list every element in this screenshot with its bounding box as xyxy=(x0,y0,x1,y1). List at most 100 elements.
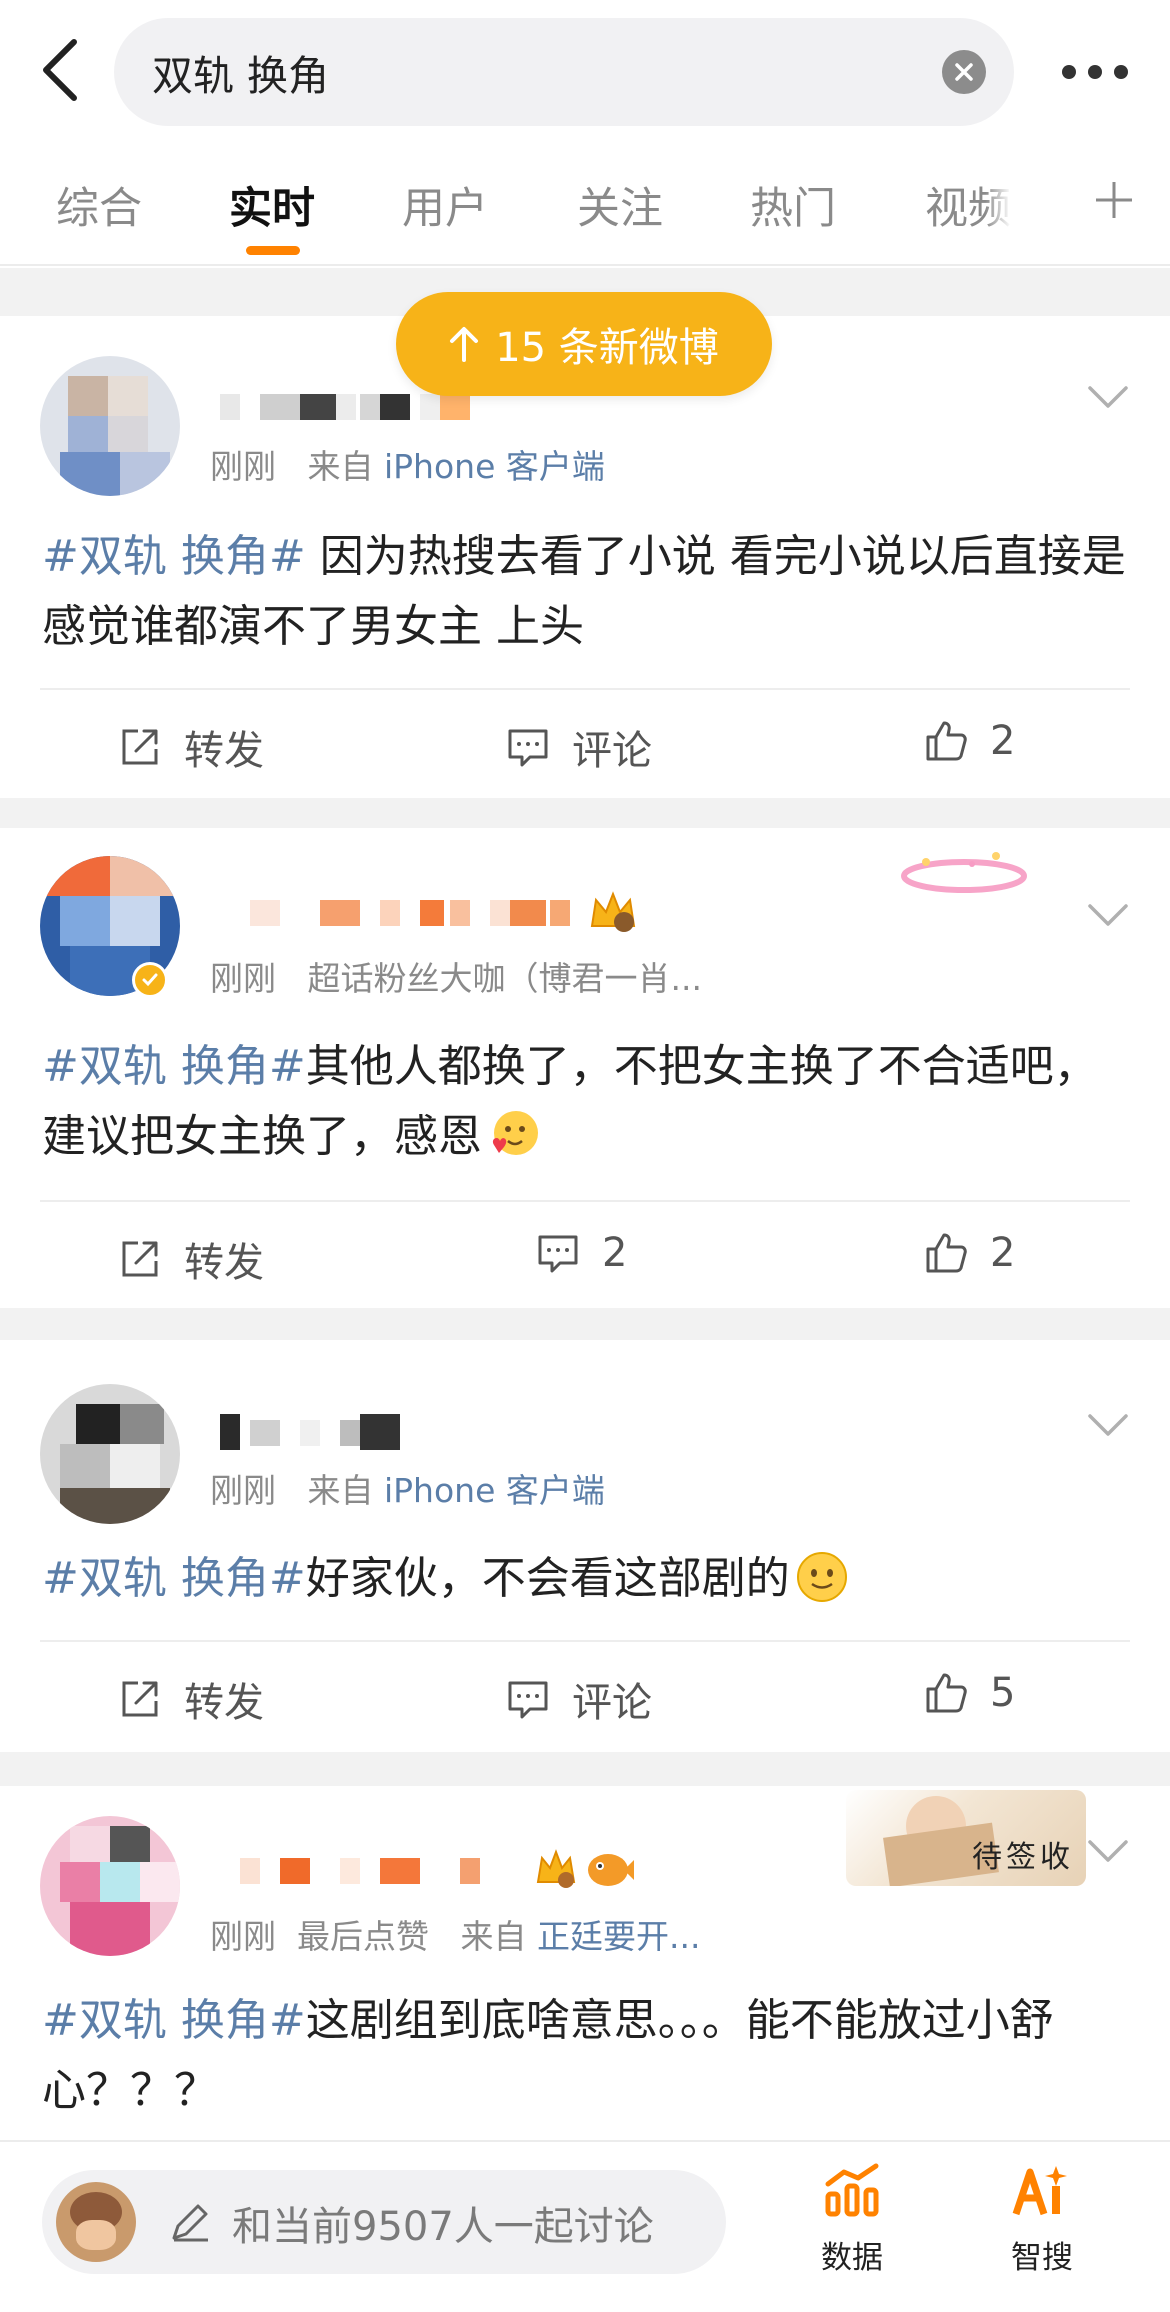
new-posts-label: 15 条新微博 xyxy=(495,325,719,371)
tab-关注[interactable]: 关注 xyxy=(577,174,663,236)
tab-热门[interactable]: 热门 xyxy=(750,174,836,236)
post-content[interactable]: #双轨 换角#其他人都换了，不把女主换了不合适吧，建议把女主换了，感恩 xyxy=(42,1032,1132,1172)
hashtag-link[interactable]: #双轨 换角# xyxy=(42,1041,306,1092)
post-source[interactable]: 正廷要开... xyxy=(537,1917,700,1956)
chevron-down-icon[interactable] xyxy=(1086,1410,1130,1440)
clear-search-button[interactable] xyxy=(942,50,986,94)
username-blurred[interactable] xyxy=(210,1414,410,1460)
post-text: 好家伙，不会看这部剧的 xyxy=(305,1553,790,1604)
post-meta: 刚刚 超话粉丝大咖（博君一肖... xyxy=(210,952,702,1000)
back-arrow-icon xyxy=(43,39,77,101)
tab-视频[interactable]: 视频 xyxy=(925,174,1011,236)
avatar[interactable] xyxy=(40,1384,180,1524)
data-button[interactable]: 数据 xyxy=(792,2160,912,2277)
comment-icon xyxy=(538,1235,578,1273)
divider xyxy=(0,1308,1170,1340)
like-count: 2 xyxy=(990,718,1016,764)
comment-icon xyxy=(508,729,548,767)
comment-button[interactable]: 评论 xyxy=(506,1670,652,1728)
post-actions: 转发 评论 5 xyxy=(40,1640,1130,1740)
plus-icon[interactable] xyxy=(1094,180,1134,220)
tab-用户[interactable]: 用户 xyxy=(402,174,488,236)
post-meta: 刚刚 来自 iPhone 客户端 xyxy=(210,1464,605,1512)
chevron-down-icon[interactable] xyxy=(1086,900,1130,930)
hashtag-link[interactable]: #双轨 换角# xyxy=(42,1995,306,2046)
comment-icon xyxy=(508,1681,548,1719)
like-button[interactable]: 2 xyxy=(924,718,1015,764)
repost-label: 转发 xyxy=(184,1680,264,1726)
fish-badge-icon xyxy=(588,1854,634,1886)
post-time: 刚刚 xyxy=(210,959,276,998)
share-icon xyxy=(122,729,158,765)
username-blurred[interactable] xyxy=(210,900,610,940)
ai-search-icon xyxy=(1012,2166,1067,2216)
chevron-down-icon[interactable] xyxy=(1086,382,1130,412)
thumbs-up-icon xyxy=(926,721,967,761)
repost-button[interactable]: 转发 xyxy=(118,1670,264,1728)
data-label: 数据 xyxy=(821,2240,883,2276)
username-blurred[interactable] xyxy=(210,394,470,434)
post-content[interactable]: #双轨 换角#好家伙，不会看这部剧的 xyxy=(42,1544,1132,1614)
avatar[interactable] xyxy=(40,1816,180,1956)
post-time: 刚刚 xyxy=(210,1917,276,1956)
repost-button[interactable]: 转发 xyxy=(118,1230,264,1288)
share-icon xyxy=(122,1241,158,1277)
thumbs-up-icon xyxy=(926,1673,967,1713)
hashtag-link[interactable]: #双轨 换角# xyxy=(42,1553,306,1604)
like-count: 5 xyxy=(990,1670,1016,1716)
close-icon xyxy=(955,63,973,81)
sign-badge[interactable]: 待签收 xyxy=(846,1790,1086,1886)
divider xyxy=(0,798,1170,828)
bar-chart-icon xyxy=(825,2163,879,2217)
like-button[interactable]: 5 xyxy=(924,1670,1015,1716)
tab-实时[interactable]: 实时 xyxy=(229,174,315,236)
smart-search-button[interactable]: 智搜 xyxy=(982,2160,1102,2277)
comment-button[interactable]: 2 xyxy=(536,1230,627,1276)
top-bar: 双轨 换角 xyxy=(0,0,1170,140)
chevron-down-icon[interactable] xyxy=(1086,1836,1130,1866)
repost-button[interactable]: 转发 xyxy=(118,718,264,776)
back-button[interactable] xyxy=(30,30,90,110)
source-prefix: 来自 xyxy=(307,447,374,486)
search-input[interactable]: 双轨 换角 xyxy=(114,18,1014,126)
source-prefix: 来自 xyxy=(307,1471,374,1510)
like-button[interactable]: 2 xyxy=(924,1230,1015,1276)
post-source[interactable]: 超话粉丝大咖（博君一肖... xyxy=(307,959,701,998)
post-source[interactable]: iPhone 客户端 xyxy=(384,447,605,486)
smile-emoji-icon xyxy=(796,1552,847,1602)
source-prefix: 来自 xyxy=(460,1917,527,1956)
verified-badge-icon xyxy=(132,962,168,998)
divider xyxy=(0,1752,1170,1786)
comment-button[interactable]: 评论 xyxy=(506,718,652,776)
tab-综合[interactable]: 综合 xyxy=(56,174,142,236)
like-count: 2 xyxy=(990,1230,1016,1276)
comment-label: 评论 xyxy=(572,1680,652,1726)
pencil-icon xyxy=(172,2204,208,2242)
bottom-bar: 和当前9507人一起讨论 数据 智搜 xyxy=(0,2140,1170,2312)
post-content[interactable]: #双轨 换角# 因为热搜去看了小说 看完小说以后直接是感觉谁都演不了男女主 上头 xyxy=(42,522,1132,662)
search-query: 双轨 换角 xyxy=(152,52,330,100)
share-icon xyxy=(122,1681,158,1717)
post-content[interactable]: #双轨 换角#这剧组到底啥意思。。。能不能放过小舒心？？？ xyxy=(42,1986,1132,2126)
thumbs-up-icon xyxy=(926,1233,967,1273)
smart-search-label: 智搜 xyxy=(1011,2240,1073,2276)
sign-badge-label: 待签收 xyxy=(972,1840,1074,1875)
post-meta: 刚刚 来自 iPhone 客户端 xyxy=(210,440,605,488)
emoji-icon xyxy=(492,1111,538,1155)
new-posts-button[interactable]: 15 条新微博 xyxy=(396,292,772,396)
post-card: 刚刚 超话粉丝大咖（博君一肖... #双轨 换角#其他人都换了，不把女主换了不合… xyxy=(0,828,1170,1308)
active-tab-indicator xyxy=(246,246,300,255)
discussion-placeholder: 和当前9507人一起讨论 xyxy=(232,2204,654,2250)
user-avatar[interactable] xyxy=(56,2182,136,2262)
avatar[interactable] xyxy=(40,356,180,496)
username-blurred[interactable] xyxy=(210,1858,510,1898)
post-card: 待签收 刚刚 最后点赞 来自 正廷要开... #双轨 换角#这剧组到底啥意思。。… xyxy=(0,1786,1170,2140)
post-actions: 转发 2 2 xyxy=(40,1200,1130,1300)
discussion-input[interactable]: 和当前9507人一起讨论 xyxy=(42,2170,726,2274)
crown-badge-icon xyxy=(536,1849,576,1888)
more-icon[interactable] xyxy=(1062,52,1128,92)
hashtag-link[interactable]: #双轨 换角# xyxy=(42,531,306,582)
crown-badge-icon xyxy=(590,891,636,932)
post-source[interactable]: iPhone 客户端 xyxy=(384,1471,605,1510)
post-time: 刚刚 xyxy=(210,1471,276,1510)
